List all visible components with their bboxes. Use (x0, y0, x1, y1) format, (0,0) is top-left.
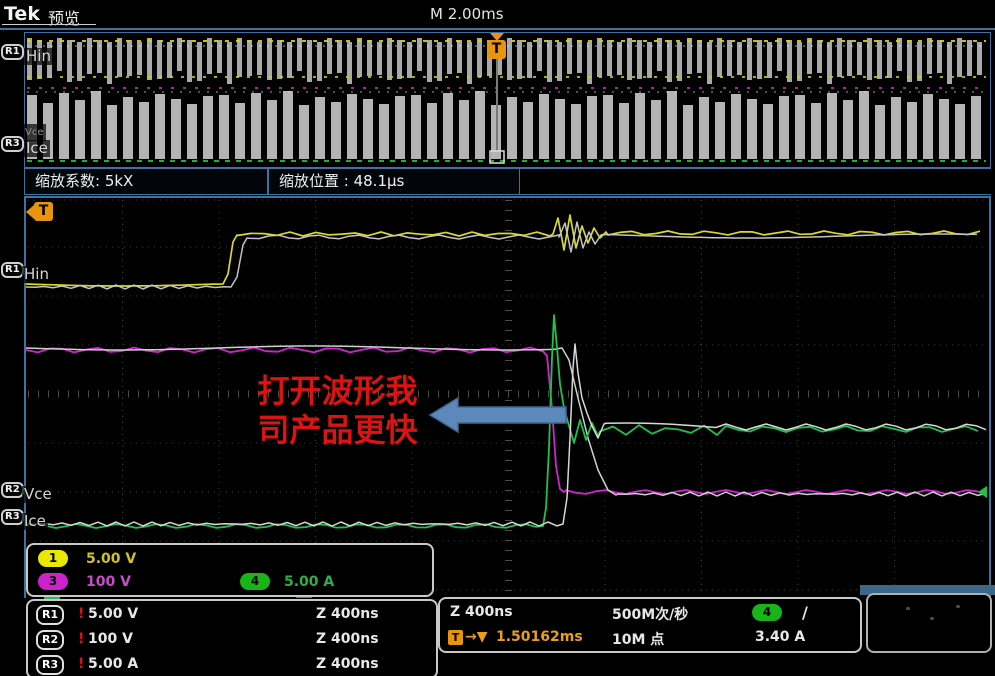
side-menu-box[interactable] (866, 593, 992, 653)
ref1-badge[interactable]: R1 (36, 605, 64, 625)
zoom-strip-top-line (520, 168, 991, 169)
overview-ref3-badge[interactable]: R3 (1, 136, 24, 152)
main-ref3-badge[interactable]: R3 (1, 509, 24, 525)
ref3-zoom-scale: Z 400ns (316, 656, 379, 672)
main-trigger-marker-icon[interactable]: T (34, 202, 53, 221)
overview-ice-label: Ice (24, 140, 50, 157)
tek-logo: Tek (4, 3, 40, 25)
main-vce-label: Vce (22, 486, 54, 503)
zoom-strip-bottom-line (520, 194, 991, 195)
ref1-zoom-scale: Z 400ns (316, 606, 379, 622)
trigger-t-icon: T (448, 630, 463, 645)
logo-underline (2, 24, 96, 25)
annotation-line2: 司产品更快 (235, 411, 440, 450)
ref1-alert-icon: ! (78, 606, 84, 622)
sample-rate-readout[interactable]: 500M次/秒 (612, 604, 688, 624)
channel1-scale[interactable]: 5.00 V (86, 551, 136, 567)
annotation-text: 打开波形我 司产品更快 (235, 372, 440, 450)
annotation-line1: 打开波形我 (235, 372, 440, 411)
ref3-scale[interactable]: 5.00 A (88, 656, 138, 672)
zoom-factor-label: 缩放系数: 5kX (35, 172, 133, 190)
ref2-zoom-scale: Z 400ns (316, 631, 379, 647)
zoom-position-label: 缩放位置 : 48.1µs (279, 172, 404, 190)
channel4-scale[interactable]: 5.00 A (284, 574, 334, 590)
header-divider (0, 28, 995, 30)
channel3-badge[interactable]: 3 (38, 573, 68, 590)
trigger-slope-icon[interactable]: / (802, 603, 808, 622)
ref3-alert-icon: ! (78, 656, 84, 672)
ref3-badge[interactable]: R3 (36, 655, 64, 675)
ref2-scale[interactable]: 100 V (88, 631, 133, 647)
ref2-badge[interactable]: R2 (36, 630, 64, 650)
annotation-arrow-icon (428, 395, 568, 437)
menu-dot (930, 617, 934, 620)
overview-ref1-badge[interactable]: R1 (1, 44, 24, 60)
main-hin-label: Hin (22, 266, 51, 283)
oscilloscope-screen: Tek 预览 M 2.00ms T R1 Hin Vce R3 Ice 缩放系数… (0, 0, 995, 676)
record-length-readout[interactable]: 10M 点 (612, 629, 664, 649)
timebase-readout[interactable]: M 2.00ms (430, 5, 504, 23)
main-ice-label: Ice (22, 513, 48, 530)
ref1-scale[interactable]: 5.00 V (88, 606, 138, 622)
ref2-alert-icon: ! (78, 631, 84, 647)
trigger-position-readout[interactable]: 1.50162ms (496, 629, 583, 645)
trigger-level-readout[interactable]: 3.40 A (755, 629, 805, 645)
zoom-position-field[interactable]: 缩放位置 : 48.1µs (268, 168, 520, 195)
main-ref2-badge[interactable]: R2 (1, 482, 24, 498)
channel-scale-box: 1 5.00 V 3 100 V 4 5.00 A (26, 543, 434, 597)
trigger-marker-arrows: →▼ (465, 629, 488, 645)
main-ref1-badge[interactable]: R1 (1, 262, 24, 278)
zoom-factor-field[interactable]: 缩放系数: 5kX (24, 168, 268, 195)
overview-waveform-window (24, 32, 991, 168)
acquisition-mode-label: 预览 (48, 5, 80, 29)
overview-waveform-display (25, 33, 990, 167)
overview-hin-label: Hin (24, 48, 53, 65)
acquisition-readout-box: Z 400ns 500M次/秒 4 / T →▼ 1.50162ms 10M 点… (438, 597, 862, 653)
channel1-badge[interactable]: 1 (38, 550, 68, 567)
reference-readout-box: R1 ! 5.00 V Z 400ns R2 ! 100 V Z 400ns R… (26, 599, 438, 676)
trigger-source-badge[interactable]: 4 (752, 604, 782, 621)
trigger-marker-icon[interactable]: T (487, 40, 506, 59)
menu-dot (956, 605, 960, 608)
acq-zoom-scale: Z 400ns (450, 604, 513, 620)
channel4-badge[interactable]: 4 (240, 573, 270, 590)
channel3-scale[interactable]: 100 V (86, 574, 131, 590)
main-trigger-arrow-icon[interactable] (26, 205, 34, 219)
menu-dot (906, 607, 910, 610)
